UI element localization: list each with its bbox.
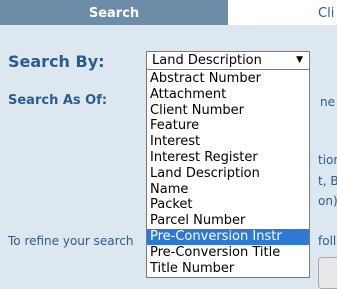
refine-search-text-suffix: foll — [318, 234, 337, 248]
select-option[interactable]: Pre-Conversion Instr — [147, 228, 309, 245]
refine-search-text: To refine your search — [8, 234, 134, 248]
select-option[interactable]: Name — [147, 182, 309, 198]
partial-text-bl: t, Bl — [318, 174, 337, 188]
search-by-select[interactable]: Land Description ▼ — [146, 51, 310, 70]
select-option[interactable]: Title Number — [147, 261, 309, 277]
select-option[interactable]: Feature — [147, 118, 309, 134]
select-option[interactable]: Interest — [147, 134, 309, 150]
search-by-label: Search By: — [8, 52, 105, 71]
select-option[interactable]: Interest Register — [147, 150, 309, 166]
partial-text-on: on) — [318, 194, 337, 208]
select-option[interactable]: Packet — [147, 197, 309, 213]
partial-text-ne: ne — [320, 95, 335, 109]
select-option[interactable]: Abstract Number — [147, 71, 309, 87]
partial-text-tion: tion — [318, 153, 337, 167]
select-option[interactable]: Land Description — [147, 166, 309, 182]
search-by-options-list[interactable]: Abstract Number Attachment Client Number Fe… — [146, 69, 310, 278]
dropdown-arrow-icon: ▼ — [296, 55, 303, 65]
select-option[interactable]: Client Number — [147, 103, 309, 119]
tab-search[interactable]: Search — [0, 0, 228, 25]
partial-button[interactable] — [318, 257, 337, 289]
select-option[interactable]: Pre-Conversion Title — [147, 245, 309, 261]
search-as-of-label: Search As Of: — [8, 93, 108, 108]
tab-client[interactable]: Cli — [228, 0, 337, 25]
search-by-select-value: Land Description — [152, 53, 262, 68]
select-option[interactable]: Attachment — [147, 87, 309, 103]
tab-bar: Search Cli — [0, 0, 337, 25]
select-option[interactable]: Parcel Number — [147, 213, 309, 229]
